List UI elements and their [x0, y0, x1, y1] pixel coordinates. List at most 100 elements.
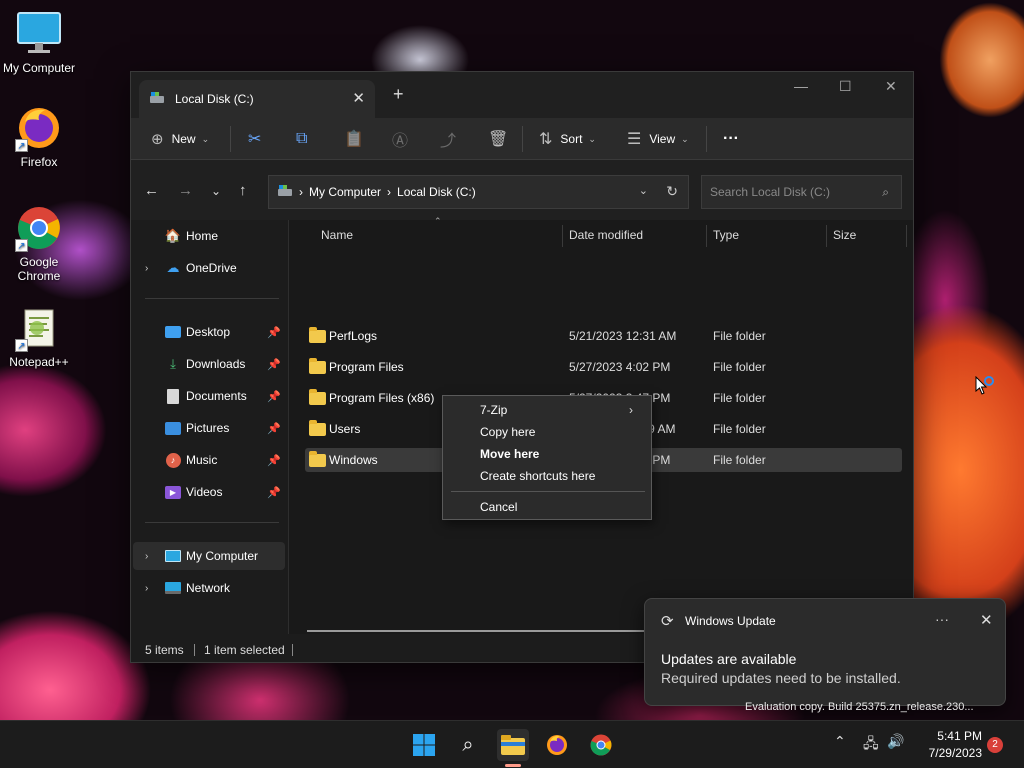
chrome-taskbar-button[interactable]: [585, 729, 617, 761]
chevron-right-icon[interactable]: ›: [145, 263, 148, 274]
cut-button[interactable]: ✂: [248, 118, 261, 160]
more-options-button[interactable]: ···: [723, 118, 739, 160]
up-arrow-icon[interactable]: ↑: [239, 182, 247, 199]
item-count: 5 items: [145, 643, 184, 657]
pin-icon: 📌: [267, 390, 281, 403]
sidebar-item-downloads[interactable]: ⤓ Downloads 📌: [133, 350, 285, 378]
maximize-icon[interactable]: ☐: [839, 78, 852, 95]
delete-button[interactable]: 🗑: [488, 118, 508, 160]
firefox-taskbar-button[interactable]: [541, 729, 573, 761]
sidebar-divider: [145, 298, 279, 299]
refresh-icon[interactable]: ↻: [666, 183, 678, 200]
shortcut-arrow-icon: ↗: [15, 139, 28, 152]
new-tab-icon[interactable]: +: [393, 84, 404, 105]
tab-local-disk[interactable]: Local Disk (C:) ✕: [139, 80, 375, 118]
column-separator[interactable]: [562, 225, 563, 247]
close-tab-icon[interactable]: ✕: [352, 89, 365, 107]
desktop-icon-firefox[interactable]: ↗ Firefox: [0, 104, 78, 169]
desktop-icon-chrome[interactable]: ↗ Google Chrome: [0, 204, 78, 283]
file-explorer-taskbar-button[interactable]: [497, 729, 529, 761]
evaluation-watermark: Evaluation copy. Build 25375.zn_release.…: [745, 701, 974, 713]
table-row[interactable]: Program Files 5/27/2023 4:02 PM File fol…: [305, 355, 902, 379]
network-tray-icon[interactable]: 🖧: [863, 733, 879, 757]
column-header-size[interactable]: Size: [833, 220, 856, 250]
file-type: File folder: [713, 422, 766, 436]
system-clock[interactable]: 5:41 PM 7/29/2023: [918, 728, 982, 762]
view-button[interactable]: ☰ View ⌄: [627, 118, 689, 160]
sidebar-item-home[interactable]: 🏠 Home: [133, 222, 285, 250]
sidebar-item-music[interactable]: ♪ Music 📌: [133, 446, 285, 474]
pin-icon: 📌: [267, 358, 281, 371]
new-button[interactable]: ⊕ New ⌄: [151, 118, 209, 160]
address-bar[interactable]: › My Computer › Local Disk (C:) ⌄ ↻: [268, 175, 689, 209]
copy-button[interactable]: ⧉: [296, 118, 307, 160]
column-separator[interactable]: [906, 225, 907, 247]
column-separator[interactable]: [826, 225, 827, 247]
minimize-icon[interactable]: —: [794, 78, 808, 94]
column-header-name[interactable]: Name: [321, 220, 353, 250]
sidebar-item-desktop[interactable]: Desktop 📌: [133, 318, 285, 346]
chevron-right-icon[interactable]: ›: [145, 551, 148, 562]
pin-icon: 📌: [267, 454, 281, 467]
clipboard-icon: 📋: [344, 131, 364, 148]
sidebar-divider: [145, 522, 279, 523]
back-arrow-icon[interactable]: ←: [144, 182, 159, 199]
sidebar-item-network[interactable]: › Network: [133, 574, 285, 602]
close-window-icon[interactable]: ✕: [885, 78, 897, 95]
view-list-icon: ☰: [627, 131, 642, 148]
recent-locations-chevron-icon[interactable]: ⌄: [211, 184, 221, 198]
column-separator[interactable]: [706, 225, 707, 247]
desktop-icon-notepadpp[interactable]: ↗ Notepad++: [0, 304, 78, 369]
menu-item-copy-here[interactable]: Copy here: [480, 425, 535, 439]
sidebar-item-onedrive[interactable]: › ☁ OneDrive: [133, 254, 285, 282]
volume-icon[interactable]: 🔊: [887, 733, 904, 750]
show-hidden-icons-chevron-icon[interactable]: ⌃: [834, 733, 846, 750]
file-type: File folder: [713, 391, 766, 405]
share-button[interactable]: ⤴: [440, 118, 456, 160]
table-row[interactable]: PerfLogs 5/21/2023 12:31 AM File folder: [305, 324, 902, 348]
drive-icon: [277, 184, 293, 201]
sidebar-item-label: Music: [186, 453, 218, 467]
column-header-type[interactable]: Type: [713, 220, 739, 250]
sidebar-item-pictures[interactable]: Pictures 📌: [133, 414, 285, 442]
address-dropdown-icon[interactable]: ⌄: [639, 184, 648, 197]
sidebar-item-documents[interactable]: Documents 📌: [133, 382, 285, 410]
sidebar-item-videos[interactable]: ▶ Videos 📌: [133, 478, 285, 506]
breadcrumb-local-disk[interactable]: Local Disk (C:): [397, 185, 476, 199]
sidebar-item-my-computer[interactable]: › My Computer: [133, 542, 285, 570]
column-header-date[interactable]: Date modified: [569, 220, 643, 250]
menu-item-create-shortcuts[interactable]: Create shortcuts here: [480, 469, 595, 483]
search-button[interactable]: ⌕: [452, 729, 484, 761]
sidebar-item-label: Desktop: [186, 325, 231, 339]
rename-button[interactable]: Ⓐ: [392, 118, 408, 160]
title-bar: Local Disk (C:) ✕ + — ☐ ✕: [131, 72, 913, 118]
trash-icon: 🗑: [488, 131, 509, 148]
menu-item-cancel[interactable]: Cancel: [480, 500, 517, 514]
paste-button[interactable]: 📋: [344, 118, 364, 160]
desktop-icon-my-computer[interactable]: My Computer: [0, 10, 78, 75]
toolbar-divider: [230, 126, 231, 152]
notification-more-icon[interactable]: ···: [935, 611, 949, 627]
menu-item-move-here[interactable]: Move here: [480, 447, 539, 461]
menu-item-7zip[interactable]: 7-Zip: [480, 403, 507, 417]
sidebar-item-label: Videos: [186, 485, 223, 499]
sort-button[interactable]: ⇅ Sort ⌄: [539, 118, 596, 160]
toolbar-divider: [522, 126, 523, 152]
notification-toast[interactable]: ⟳ Windows Update ··· ✕ Updates are avail…: [644, 598, 1006, 706]
document-icon: [164, 388, 182, 404]
breadcrumb-my-computer[interactable]: My Computer: [309, 185, 381, 199]
file-type: File folder: [713, 360, 766, 374]
search-input[interactable]: Search Local Disk (C:) ⌕: [701, 175, 902, 209]
notification-count-badge[interactable]: 2: [987, 737, 1003, 753]
pin-icon: 📌: [267, 422, 281, 435]
file-name: Windows: [329, 453, 378, 467]
start-button[interactable]: [408, 729, 440, 761]
forward-arrow-icon[interactable]: →: [178, 182, 193, 199]
chevron-right-icon[interactable]: ›: [145, 583, 148, 594]
shortcut-arrow-icon: ↗: [15, 239, 28, 252]
scissors-icon: ✂: [248, 131, 262, 148]
address-row: ← → ⌄ ↑ › My Computer › Local Disk (C:) …: [131, 160, 913, 220]
notification-close-icon[interactable]: ✕: [980, 611, 993, 629]
horizontal-scrollbar[interactable]: [307, 630, 647, 632]
drive-icon: [149, 91, 165, 108]
